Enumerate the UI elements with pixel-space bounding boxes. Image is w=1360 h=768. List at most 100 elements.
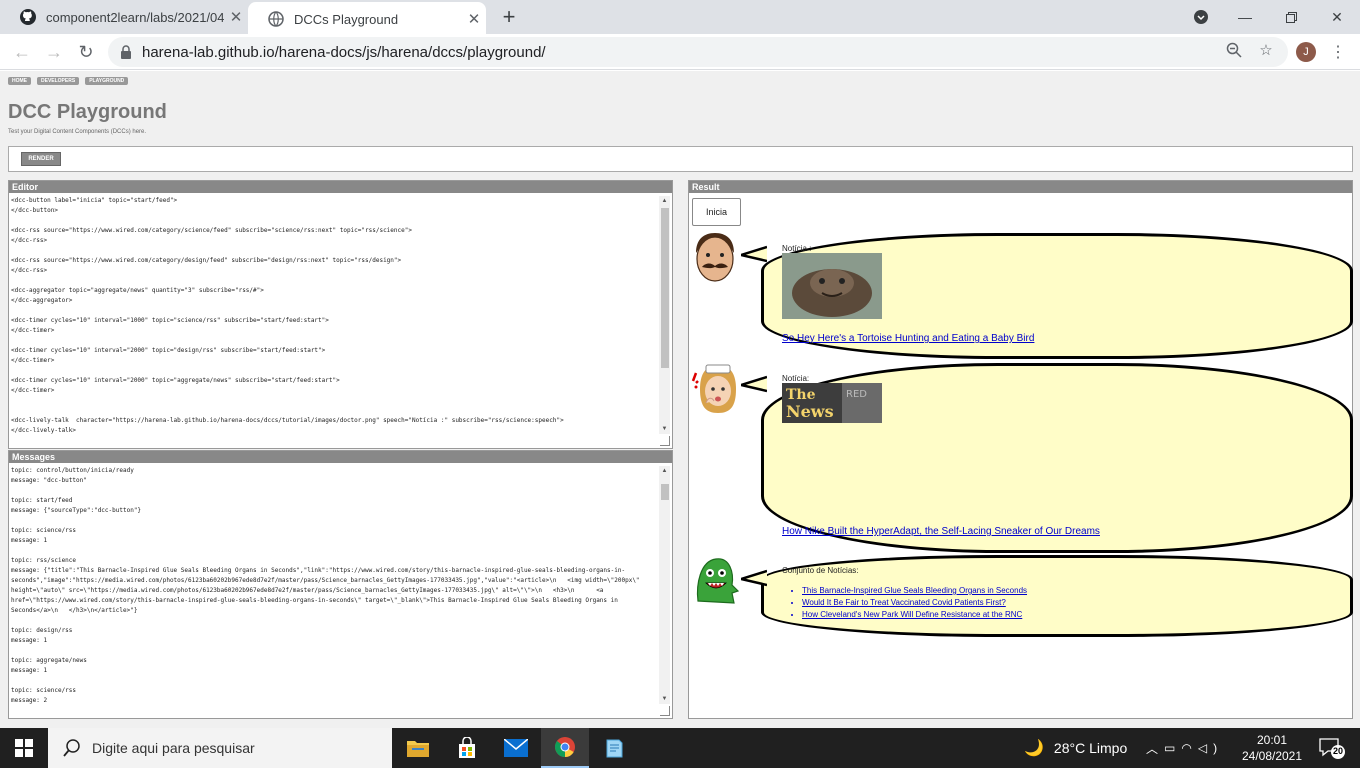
notifications-button[interactable]: 20 (1318, 736, 1346, 760)
system-tray[interactable]: ︿ ▭ ◠ ◁) (1146, 728, 1223, 768)
code-line: topic: rss/science (11, 557, 77, 564)
search-icon (63, 739, 80, 757)
news-link[interactable]: How Nike Built the HyperAdapt, the Self-… (782, 526, 1100, 537)
page-title: DCC Playground (8, 101, 167, 123)
code-line: message: 2 (11, 697, 48, 704)
monster-character-image (696, 558, 740, 604)
tab-dccs-playground[interactable]: DCCs Playground ✕ (248, 2, 486, 36)
render-button[interactable]: RENDER (21, 152, 61, 166)
code-line: <dcc-rss source="https://www.wired.com/c… (11, 227, 412, 234)
address-bar[interactable]: harena-lab.github.io/harena-docs/js/hare… (108, 37, 1288, 67)
taskbar-store[interactable] (443, 728, 491, 768)
code-line: Seconds</a>\n </h3>\n</article>"} (11, 607, 138, 614)
folder-icon (407, 741, 429, 757)
render-bar: RENDER (8, 146, 1353, 172)
news-link[interactable]: So Hey Here's a Tortoise Hunting and Eat… (782, 333, 1034, 344)
code-line: </dcc-timer> (11, 357, 55, 364)
resize-handle[interactable] (660, 436, 670, 446)
code-line: <dcc-lively-talk character="https://hare… (11, 417, 564, 424)
profile-avatar[interactable]: J (1296, 42, 1316, 62)
svg-text:RED: RED (846, 389, 867, 400)
bubble-tail (741, 245, 767, 263)
volume-icon[interactable]: ◁) (1198, 741, 1223, 755)
messages-scrollbar[interactable]: ▲ ▼ (659, 466, 670, 704)
code-line: <dcc-button label="inicia" topic="start/… (11, 197, 178, 204)
restore-button[interactable] (1268, 0, 1314, 34)
taskbar-notepad[interactable] (590, 728, 638, 768)
taskbar-file-explorer[interactable] (394, 728, 442, 768)
breadcrumb-developers[interactable]: DEVELOPERS (37, 77, 80, 85)
network-icon[interactable]: ▭ (1164, 741, 1181, 755)
close-tab-icon[interactable]: ✕ (462, 7, 486, 31)
tab-component2learn[interactable]: component2learn/labs/2021/04- ✕ (0, 0, 248, 34)
messages-title: Messages (9, 451, 672, 463)
mail-icon (504, 739, 528, 757)
chevron-up-icon[interactable]: ︿ (1146, 740, 1164, 757)
nurse-character-image (691, 364, 736, 413)
browser-toolbar: ← → ↻ harena-lab.github.io/harena-docs/j… (0, 34, 1360, 70)
bubble-label: Conjunto de Notícias: (782, 566, 859, 575)
list-item[interactable]: How Cleveland's New Park Will Define Res… (802, 610, 1027, 619)
bubble-tail (741, 569, 767, 587)
code-line: topic: control/button/inicia/ready (11, 467, 134, 474)
code-line: </dcc-rss> (11, 267, 48, 274)
code-line: </dcc-timer> (11, 327, 55, 334)
lock-icon (121, 45, 131, 59)
news-list: This Barnacle-Inspired Glue Seals Bleedi… (802, 586, 1027, 622)
close-window-button[interactable]: ✕ (1314, 0, 1360, 34)
new-tab-button[interactable]: + (497, 4, 521, 29)
back-button[interactable]: ← (10, 40, 34, 64)
clock-time: 20:01 (1256, 733, 1288, 747)
code-line: topic: aggregate/news (11, 657, 87, 664)
browser-menu-icon[interactable]: ⋮ (1328, 40, 1348, 64)
tortoise-image (782, 253, 882, 319)
editor-textarea[interactable]: <dcc-button label="inicia" topic="start/… (11, 196, 656, 444)
minimize-button[interactable]: — (1222, 0, 1268, 34)
result-title: Result (689, 181, 1352, 193)
resize-handle[interactable] (660, 706, 670, 716)
store-bag-icon (459, 737, 475, 758)
taskbar-search-input[interactable]: Digite aqui para pesquisar (48, 728, 392, 768)
start-button[interactable] (0, 728, 48, 768)
tab-search-button[interactable] (1178, 0, 1224, 34)
wifi-icon[interactable]: ◠ (1181, 741, 1197, 755)
taskbar-chrome[interactable] (541, 728, 589, 768)
code-line: message: {"sourceType":"dcc-button"} (11, 507, 142, 514)
forward-button[interactable]: → (42, 40, 66, 64)
code-line: </dcc-timer> (11, 387, 55, 394)
inicia-button[interactable]: Inicia (692, 198, 741, 226)
bookmark-star-icon[interactable]: ☆ (1256, 40, 1276, 60)
code-line: </dcc-lively-talk> (11, 427, 77, 434)
svg-text:The: The (786, 387, 816, 403)
reload-button[interactable]: ↻ (74, 40, 98, 64)
editor-title: Editor (9, 181, 672, 193)
clock[interactable]: 20:01 24/08/2021 (1240, 732, 1304, 764)
close-tab-icon[interactable]: ✕ (224, 5, 248, 29)
bubble-label: Notícia : (782, 244, 812, 253)
page-subtitle: Test your Digital Content Components (DC… (8, 129, 147, 135)
speech-bubble-3: Conjunto de Notícias: This Barnacle-Insp… (761, 555, 1353, 637)
list-item[interactable]: Would It Be Fair to Treat Vaccinated Cov… (802, 598, 1027, 607)
breadcrumb-playground[interactable]: PLAYGROUND (85, 77, 129, 85)
editor-scrollbar[interactable]: ▲ ▼ (659, 196, 670, 434)
windows-logo-icon (15, 739, 33, 757)
breadcrumb-home[interactable]: HOME (8, 77, 31, 85)
weather-widget[interactable]: 🌙 28°C Limpo (1024, 728, 1127, 768)
list-item[interactable]: This Barnacle-Inspired Glue Seals Bleedi… (802, 586, 1027, 595)
zoom-icon[interactable] (1224, 40, 1244, 60)
messages-textarea[interactable]: topic: control/button/inicia/ready messag… (11, 466, 656, 714)
editor-panel: Editor <dcc-button label="inicia" topic=… (8, 180, 673, 449)
code-line: </dcc-button> (11, 207, 58, 214)
page: HOME DEVELOPERS PLAYGROUND DCC Playgroun… (0, 71, 1360, 728)
svg-text:News: News (786, 402, 834, 421)
taskbar-mail[interactable] (492, 728, 540, 768)
chrome-icon (554, 737, 575, 758)
